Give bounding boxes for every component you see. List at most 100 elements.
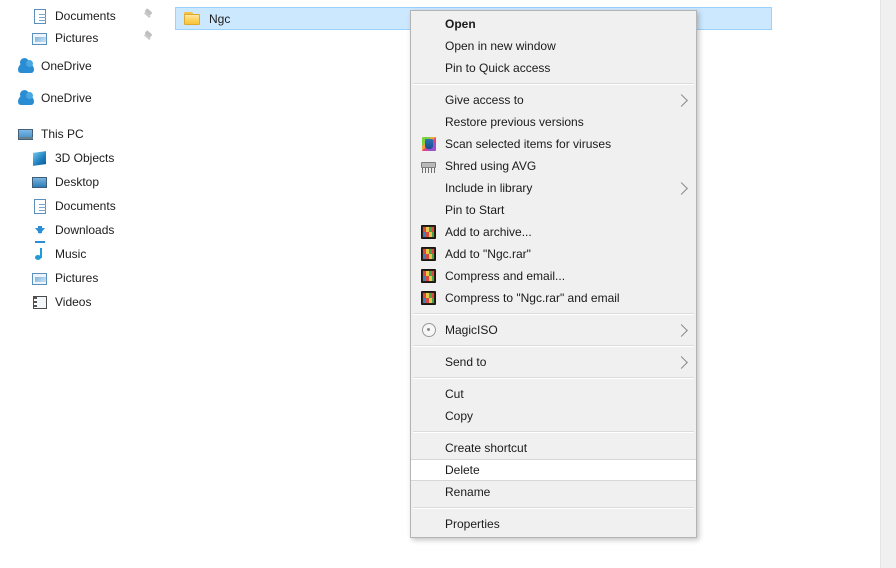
nav-item-label: Documents xyxy=(55,199,116,213)
menu-separator xyxy=(413,345,694,347)
chevron-right-icon xyxy=(675,324,688,337)
menu-item-label: Rename xyxy=(445,485,491,499)
menu-item-icon-placeholder xyxy=(421,16,437,32)
chevron-right-icon xyxy=(675,182,688,195)
menu-item-shred-using-avg[interactable]: Shred using AVG xyxy=(411,155,696,177)
videos-icon xyxy=(32,294,48,310)
winrar-icon xyxy=(421,268,437,284)
menu-item-label: Include in library xyxy=(445,181,533,195)
nav-item-label: Music xyxy=(55,247,87,261)
chevron-right-icon xyxy=(675,356,688,369)
menu-item-add-to-archive[interactable]: Add to archive... xyxy=(411,221,696,243)
menu-item-icon-placeholder xyxy=(421,516,437,532)
magiciso-icon xyxy=(421,322,437,338)
menu-item-icon-placeholder xyxy=(421,386,437,402)
menu-item-include-in-library[interactable]: Include in library xyxy=(411,177,696,199)
document-icon xyxy=(32,198,48,214)
menu-item-label: Send to xyxy=(445,355,487,369)
menu-separator xyxy=(413,83,694,85)
menu-item-delete[interactable]: Delete xyxy=(411,459,696,481)
menu-item-label: MagicISO xyxy=(445,323,498,337)
menu-item-icon-placeholder xyxy=(421,92,437,108)
menu-item-pin-to-quick-access[interactable]: Pin to Quick access xyxy=(411,57,696,79)
pictures-icon xyxy=(32,270,48,286)
menu-item-scan-selected-items-for-viruses[interactable]: Scan selected items for viruses xyxy=(411,133,696,155)
nav-item-label: This PC xyxy=(41,127,84,141)
pictures-icon xyxy=(32,30,48,46)
nav-item-label: 3D Objects xyxy=(55,151,115,165)
menu-separator xyxy=(413,377,694,379)
menu-item-add-to-ngc-rar[interactable]: Add to "Ngc.rar" xyxy=(411,243,696,265)
winrar-icon xyxy=(421,246,437,262)
menu-item-send-to[interactable]: Send to xyxy=(411,351,696,373)
nav-item-label: OneDrive xyxy=(41,91,92,105)
menu-item-label: Add to archive... xyxy=(445,225,532,239)
folder-icon xyxy=(184,11,201,26)
menu-item-icon-placeholder xyxy=(421,462,437,478)
menu-item-icon-placeholder xyxy=(421,180,437,196)
menu-item-open[interactable]: Open xyxy=(411,13,696,35)
menu-item-create-shortcut[interactable]: Create shortcut xyxy=(411,437,696,459)
menu-item-label: Delete xyxy=(445,463,480,477)
file-name-label: Ngc xyxy=(209,11,231,26)
nav-item-label: Videos xyxy=(55,295,92,309)
navigation-pane: Documents Pictures OneDrive OneDrive This PC… xyxy=(0,0,175,568)
cloud-icon xyxy=(18,90,34,106)
menu-item-properties[interactable]: Properties xyxy=(411,513,696,535)
menu-separator xyxy=(413,313,694,315)
menu-item-label: Pin to Quick access xyxy=(445,61,551,75)
context-menu: Open Open in new window Pin to Quick acces… xyxy=(410,10,697,538)
menu-item-open-in-new-window[interactable]: Open in new window xyxy=(411,35,696,57)
document-icon xyxy=(32,8,48,24)
menu-item-label: Create shortcut xyxy=(445,441,528,455)
menu-item-compress-to-ngc-rar-and-email[interactable]: Compress to "Ngc.rar" and email xyxy=(411,287,696,309)
chevron-right-icon xyxy=(675,94,688,107)
menu-item-label: Cut xyxy=(445,387,464,401)
menu-item-copy[interactable]: Copy xyxy=(411,405,696,427)
menu-item-cut[interactable]: Cut xyxy=(411,383,696,405)
downloads-icon xyxy=(32,222,48,243)
menu-item-icon-placeholder xyxy=(421,38,437,54)
menu-item-compress-and-email[interactable]: Compress and email... xyxy=(411,265,696,287)
avg-scan-icon xyxy=(421,136,437,152)
menu-item-rename[interactable]: Rename xyxy=(411,481,696,503)
menu-item-label: Properties xyxy=(445,517,500,531)
menu-item-label: Open in new window xyxy=(445,39,556,53)
pin-icon[interactable] xyxy=(143,9,155,23)
pin-icon[interactable] xyxy=(143,31,155,45)
menu-item-label: Compress to "Ngc.rar" and email xyxy=(445,291,620,305)
nav-item-label: Desktop xyxy=(55,175,100,189)
nav-item-label: Pictures xyxy=(55,271,99,285)
computer-icon xyxy=(18,126,34,142)
menu-item-restore-previous-versions[interactable]: Restore previous versions xyxy=(411,111,696,133)
menu-separator xyxy=(413,431,694,433)
desktop-icon xyxy=(32,174,48,190)
shredder-icon xyxy=(421,158,437,174)
nav-item-label: OneDrive xyxy=(41,59,92,73)
menu-item-icon-placeholder xyxy=(421,114,437,130)
menu-item-icon-placeholder xyxy=(421,484,437,500)
menu-item-label: Add to "Ngc.rar" xyxy=(445,247,531,261)
cloud-icon xyxy=(18,58,34,74)
nav-item-onedrive[interactable]: OneDrive xyxy=(0,56,193,76)
menu-item-label: Compress and email... xyxy=(445,269,566,283)
menu-item-icon-placeholder xyxy=(421,408,437,424)
nav-item-onedrive[interactable]: OneDrive xyxy=(0,88,193,108)
nav-item-label: Pictures xyxy=(55,31,99,45)
menu-item-give-access-to[interactable]: Give access to xyxy=(411,89,696,111)
nav-item-label: Downloads xyxy=(55,223,115,237)
nav-item-this-pc[interactable]: This PC xyxy=(0,124,193,144)
menu-item-magiciso[interactable]: MagicISO xyxy=(411,319,696,341)
menu-item-icon-placeholder xyxy=(421,60,437,76)
menu-item-label: Give access to xyxy=(445,93,524,107)
menu-item-icon-placeholder xyxy=(421,202,437,218)
menu-separator xyxy=(413,507,694,509)
winrar-icon xyxy=(421,290,437,306)
file-list-scrollbar[interactable] xyxy=(880,0,896,568)
menu-item-icon-placeholder xyxy=(421,440,437,456)
3d-objects-icon xyxy=(32,150,48,166)
menu-item-label: Shred using AVG xyxy=(445,159,537,173)
menu-item-pin-to-start[interactable]: Pin to Start xyxy=(411,199,696,221)
menu-item-label: Scan selected items for viruses xyxy=(445,137,612,151)
menu-item-label: Open xyxy=(445,17,476,31)
